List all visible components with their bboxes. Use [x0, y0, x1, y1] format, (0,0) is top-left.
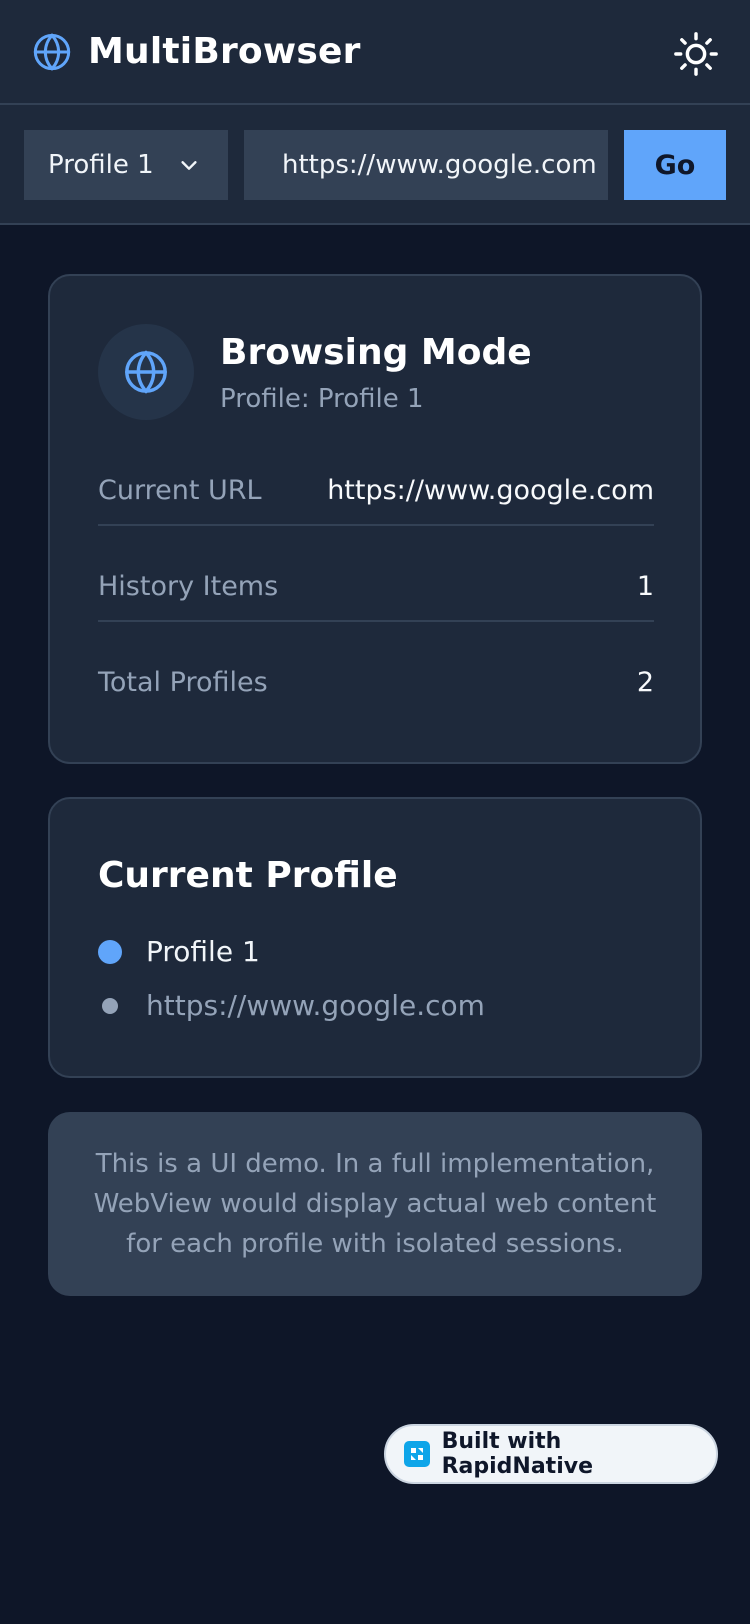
bullet-dot	[102, 997, 118, 1014]
profile-dropdown[interactable]: Profile 1	[24, 130, 228, 200]
current-profile-card: Current Profile Profile 1 https://www.go…	[48, 797, 702, 1078]
app-root: MultiBrowser Profile 1 Go	[0, 0, 750, 1624]
mode-title: Browsing Mode	[220, 332, 532, 373]
globe-icon	[33, 32, 71, 71]
stat-row-total-profiles: Total Profiles 2	[98, 652, 654, 712]
current-profile-url: https://www.google.com	[146, 989, 485, 1022]
current-profile-name: Profile 1	[146, 935, 260, 968]
stat-value: https://www.google.com	[327, 474, 654, 506]
stat-row-current-url: Current URL https://www.google.com	[98, 460, 654, 520]
stat-label: Current URL	[98, 474, 262, 506]
stat-value: 2	[636, 666, 654, 698]
rapidnative-logo-icon	[404, 1441, 430, 1467]
chevron-down-icon	[181, 161, 197, 170]
globe-icon	[125, 350, 167, 394]
sun-icon	[674, 32, 718, 76]
stat-value: 1	[636, 570, 654, 602]
browser-toolbar: Profile 1 Go	[0, 105, 750, 225]
mode-subtitle: Profile: Profile 1	[220, 384, 424, 414]
theme-toggle-button[interactable]	[672, 30, 720, 78]
current-profile-name-row: Profile 1	[98, 935, 260, 968]
built-with-label: Built with RapidNative	[441, 1429, 593, 1479]
profile-color-dot	[98, 939, 122, 964]
url-input[interactable]	[244, 130, 608, 200]
built-with-badge[interactable]: Built with RapidNative	[384, 1424, 718, 1484]
app-header: MultiBrowser	[0, 0, 750, 105]
profile-dropdown-value: Profile 1	[48, 150, 154, 180]
mode-icon-container	[98, 324, 194, 420]
app-title: MultiBrowser	[88, 31, 361, 72]
stat-label: History Items	[98, 570, 279, 602]
browsing-mode-card: Browsing Mode Profile: Profile 1 Current…	[48, 274, 702, 764]
stat-row-history-items: History Items 1	[98, 556, 654, 616]
current-profile-url-row: https://www.google.com	[98, 989, 485, 1022]
go-button[interactable]: Go	[624, 130, 726, 200]
demo-notice: This is a UI demo. In a full implementat…	[48, 1112, 702, 1296]
current-profile-title: Current Profile	[98, 855, 398, 896]
divider	[98, 620, 654, 622]
stat-label: Total Profiles	[98, 666, 268, 698]
divider	[98, 524, 654, 526]
